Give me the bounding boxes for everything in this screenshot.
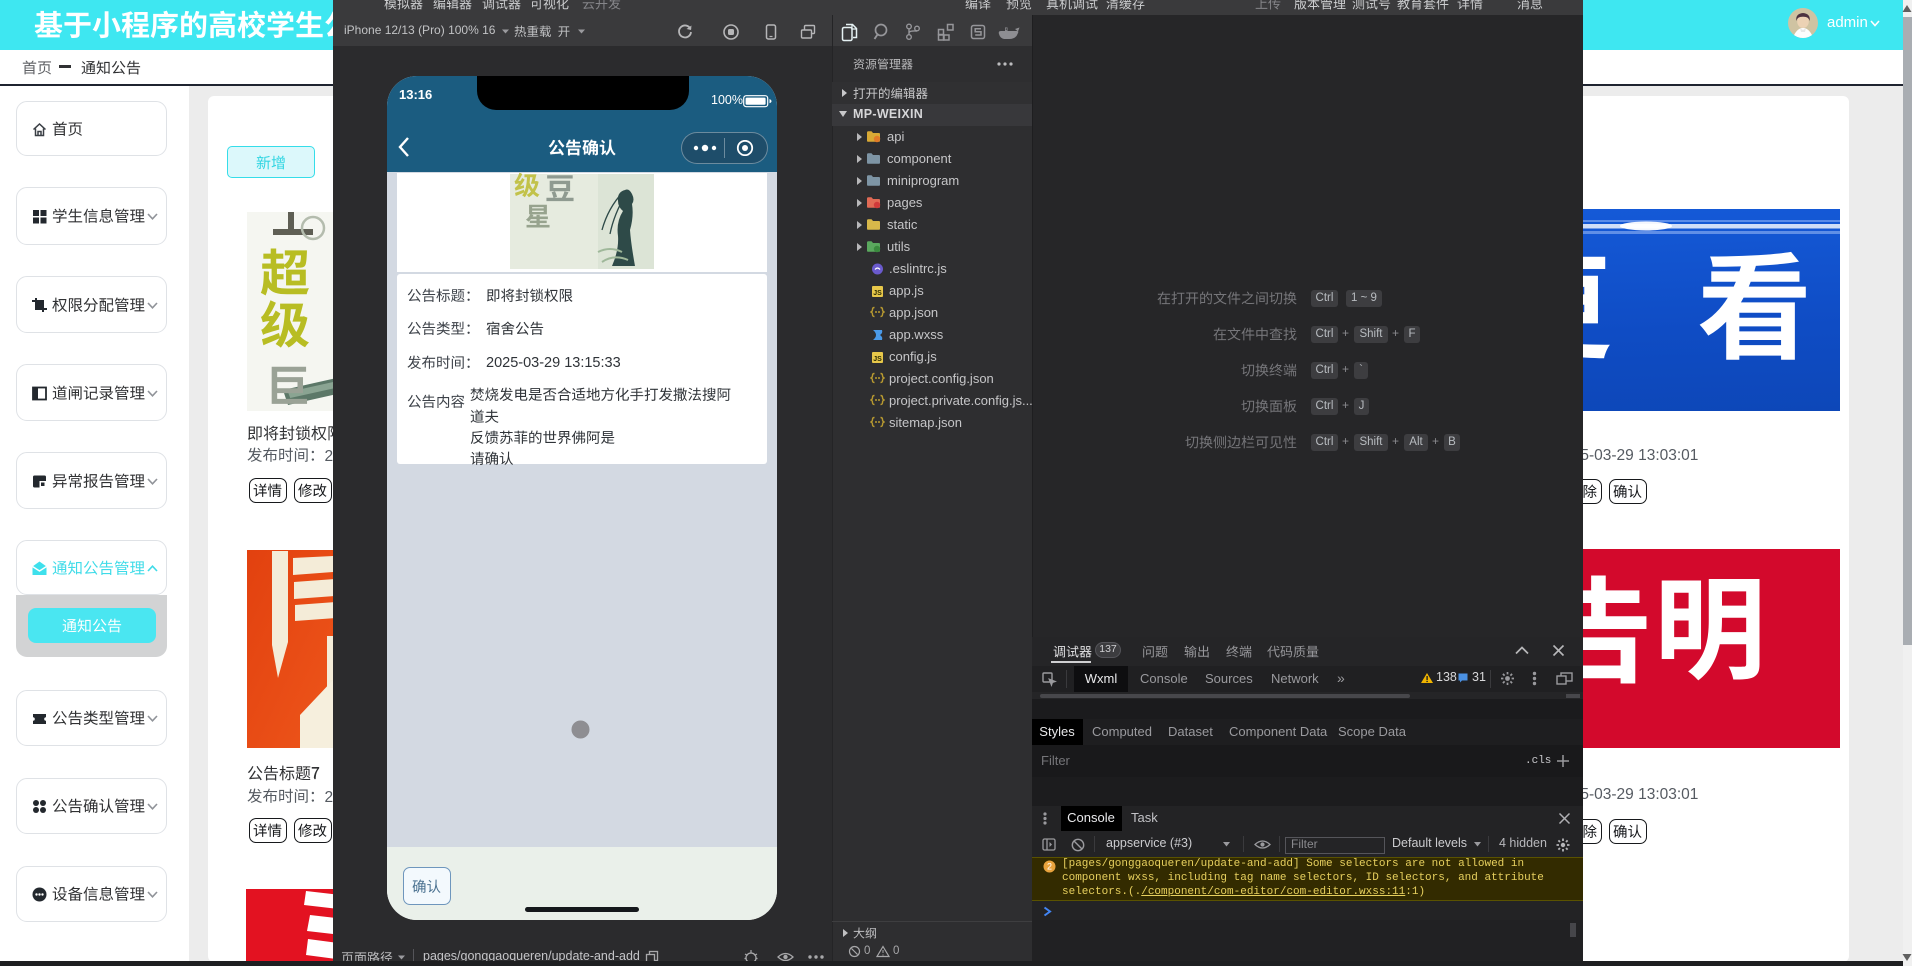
svg-text:JS: JS bbox=[873, 290, 882, 297]
svg-text:JS: JS bbox=[873, 356, 882, 363]
svg-text:2: 2 bbox=[1047, 862, 1052, 872]
